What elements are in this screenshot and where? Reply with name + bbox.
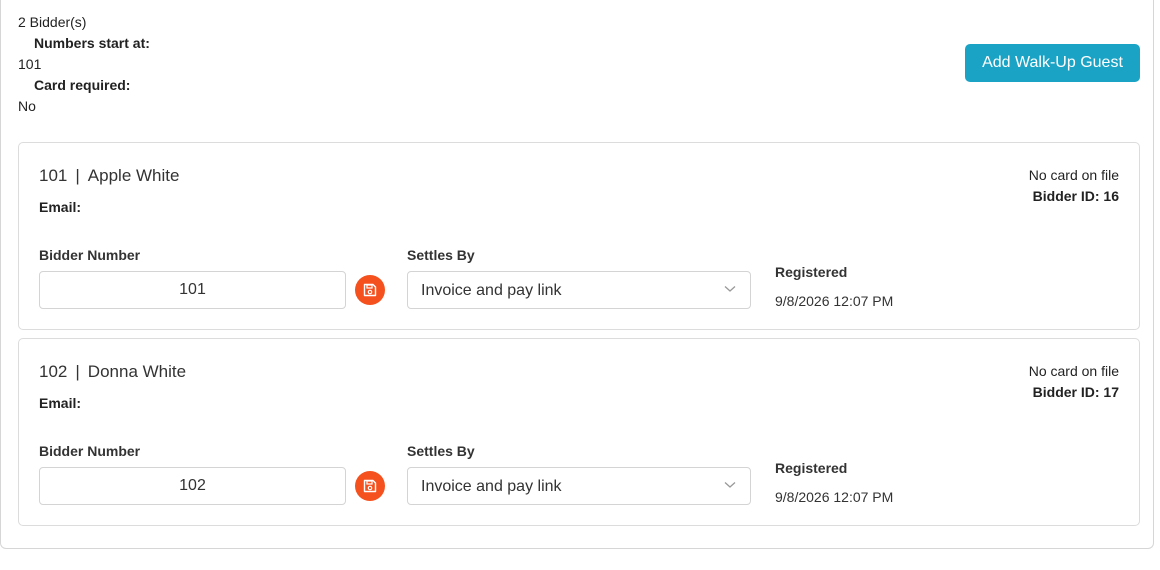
bidder-name: Apple White — [87, 166, 180, 185]
card-on-file-status: No card on file — [1028, 363, 1119, 379]
card-on-file-status: No card on file — [1028, 167, 1119, 183]
bidder-title: 102 | Donna White — [39, 362, 186, 382]
title-separator: | — [75, 166, 80, 185]
title-separator: | — [75, 362, 80, 381]
bidder-title-number: 101 — [39, 166, 68, 185]
settles-by-select[interactable]: Invoice and pay link — [407, 271, 751, 309]
settles-by-value: Invoice and pay link — [421, 478, 562, 495]
floppy-disk-icon — [363, 283, 377, 297]
save-bidder-number-button[interactable] — [355, 275, 385, 305]
registered-label: Registered — [775, 460, 848, 476]
settles-by-label: Settles By — [407, 247, 475, 263]
bidder-number-input[interactable] — [39, 271, 346, 309]
settles-by-label: Settles By — [407, 443, 475, 459]
registered-date: 9/8/2026 12:07 PM — [775, 489, 894, 505]
bidder-card: 101 | Apple White Email: No card on file B… — [18, 142, 1140, 330]
bidder-name: Donna White — [87, 362, 187, 381]
card-required-label: Card required: — [34, 77, 131, 93]
email-label: Email: — [39, 199, 82, 215]
card-status: No card on file Bidder ID: 16 — [1029, 165, 1119, 207]
bidder-summary: 2 Bidder(s) Numbers start at: 101 Card r… — [18, 12, 150, 117]
email-label: Email: — [39, 395, 82, 411]
chevron-down-icon — [724, 286, 736, 292]
floppy-disk-icon — [363, 479, 377, 493]
bidder-title-number: 102 — [39, 362, 68, 381]
bidder-id: Bidder ID: 16 — [1032, 188, 1119, 204]
numbers-start-value: 101 — [18, 56, 42, 72]
bidder-number-input[interactable] — [39, 467, 346, 505]
bidder-card: 102 | Donna White Email: No card on file B… — [18, 338, 1140, 526]
settles-by-select[interactable]: Invoice and pay link — [407, 467, 751, 505]
chevron-down-icon — [724, 482, 736, 488]
settles-by-value: Invoice and pay link — [421, 282, 562, 299]
add-walkup-guest-button[interactable]: Add Walk-Up Guest — [965, 44, 1140, 82]
bidder-id: Bidder ID: 17 — [1032, 384, 1119, 400]
card-status: No card on file Bidder ID: 17 — [1029, 361, 1119, 403]
registered-date: 9/8/2026 12:07 PM — [775, 293, 894, 309]
bidder-count: 2 Bidder(s) — [18, 14, 87, 30]
bidder-number-label: Bidder Number — [39, 247, 141, 263]
bidder-title: 101 | Apple White — [39, 166, 179, 186]
card-required-value: No — [18, 98, 36, 114]
registered-label: Registered — [775, 264, 848, 280]
save-bidder-number-button[interactable] — [355, 471, 385, 501]
bidders-panel: 2 Bidder(s) Numbers start at: 101 Card r… — [0, 0, 1154, 549]
bidder-number-label: Bidder Number — [39, 443, 141, 459]
numbers-start-label: Numbers start at: — [34, 35, 150, 51]
